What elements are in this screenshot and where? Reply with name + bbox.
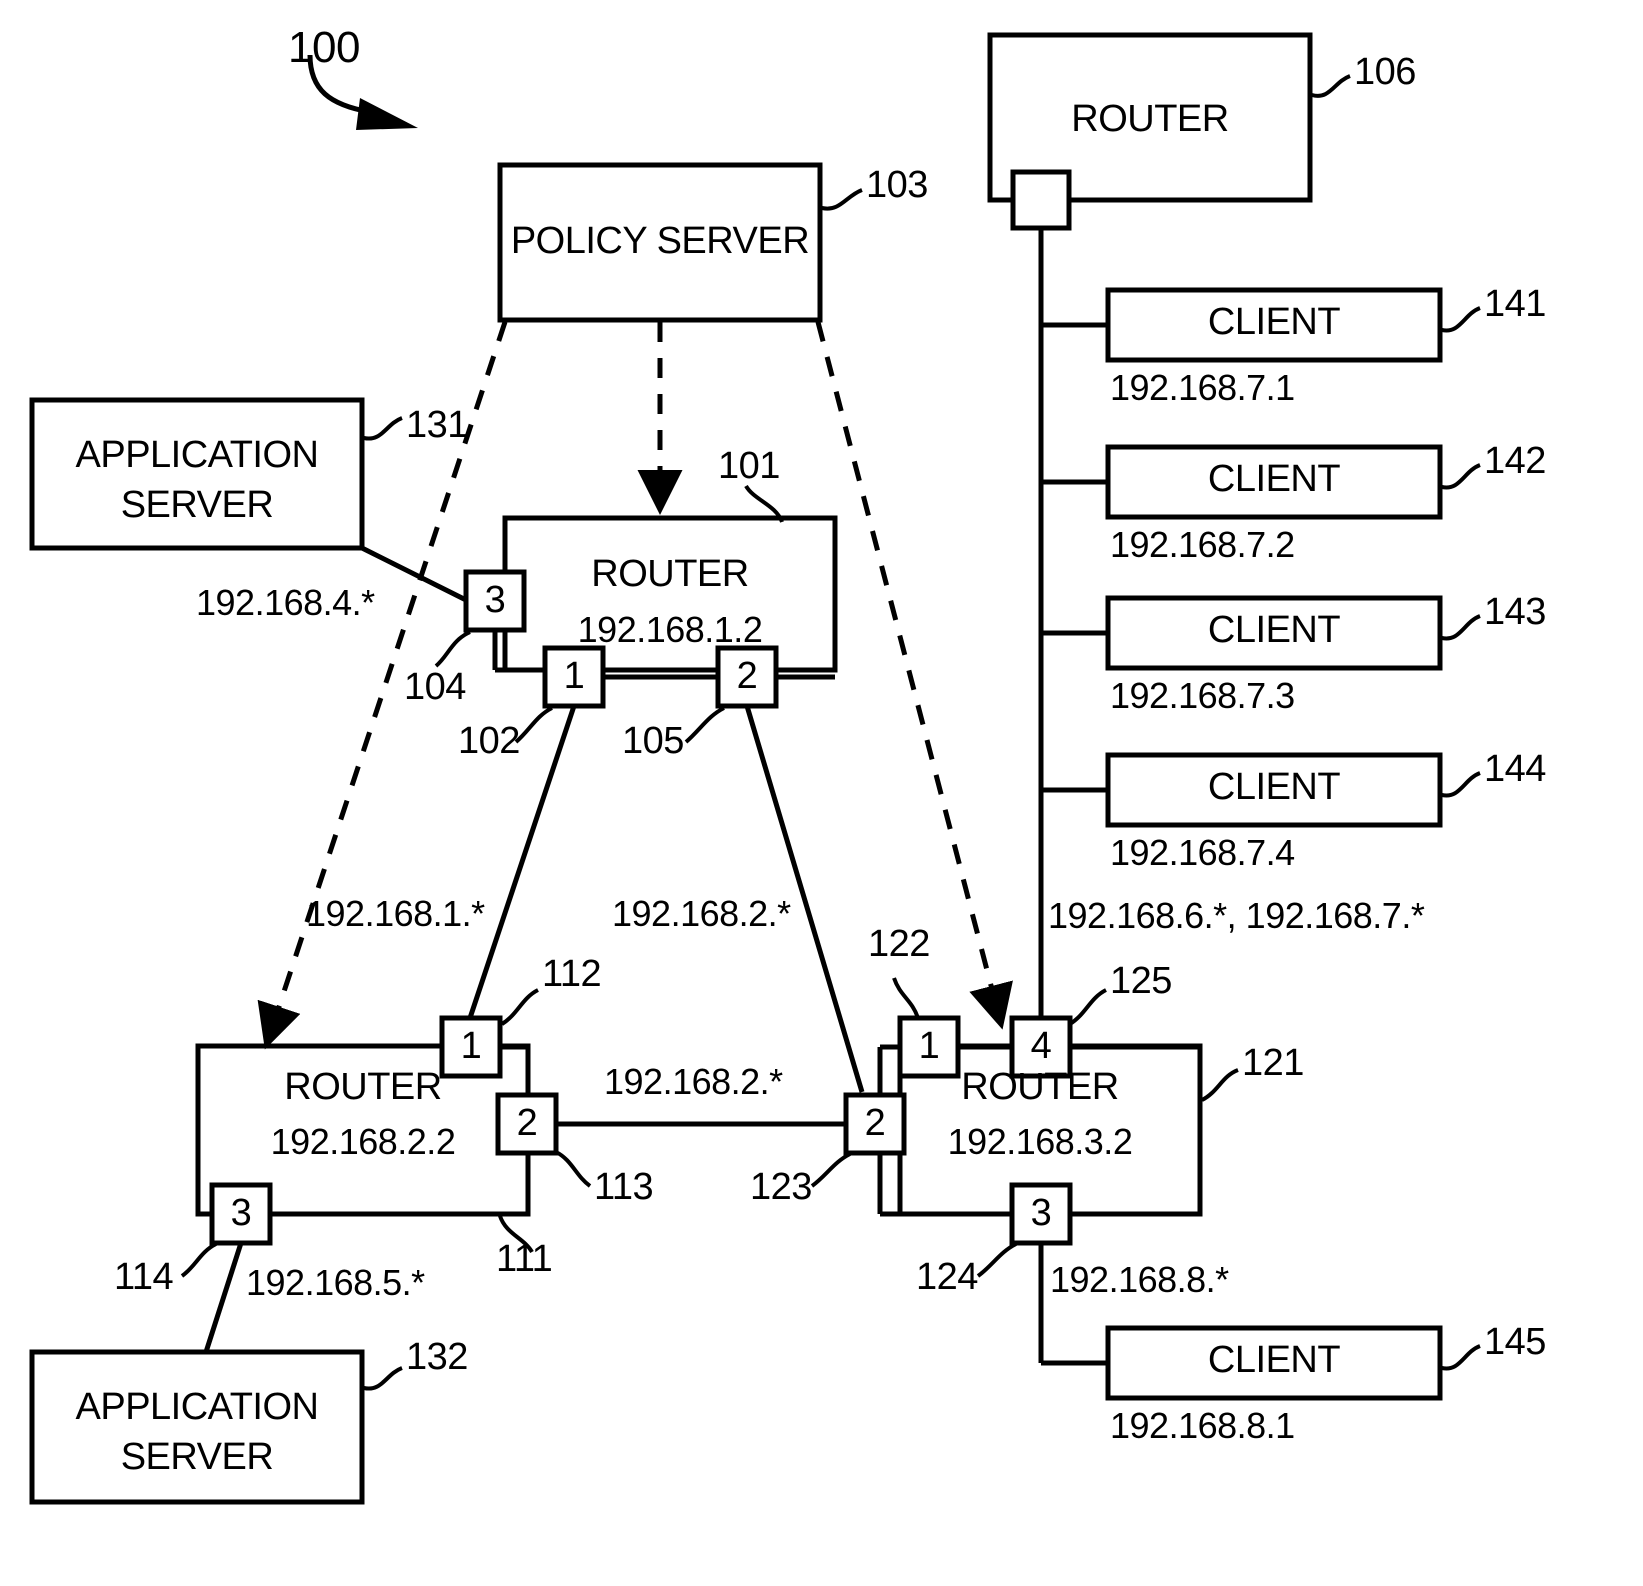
leader-112	[500, 988, 539, 1026]
leader-143	[1441, 614, 1481, 641]
app-server-131-label-line1: APPLICATION	[75, 434, 319, 476]
port-123-ref: 123	[750, 1166, 812, 1208]
port-122-ref: 122	[868, 923, 930, 965]
client-141-label: CLIENT	[1207, 301, 1341, 343]
client-143-ref: 143	[1484, 591, 1546, 633]
leader-103	[821, 188, 863, 211]
diagram-lines	[29, 32, 1481, 1505]
port-box-106	[1010, 169, 1072, 231]
router-121-label: ROUTER	[961, 1066, 1119, 1108]
client-144-address: 192.168.7.4	[1110, 832, 1295, 873]
port-105-number: 2	[736, 655, 758, 697]
router-121-ref: 121	[1242, 1042, 1304, 1084]
client-144-label: CLIENT	[1207, 766, 1341, 808]
port-102-number: 1	[563, 655, 585, 697]
subnet-6-7-label: 192.168.6.*, 192.168.7.*	[1048, 895, 1425, 936]
leader-144	[1441, 771, 1481, 798]
subnet-2-mid-label: 192.168.2.*	[604, 1061, 783, 1102]
leader-141	[1441, 306, 1481, 333]
router-111-ref: 111	[496, 1238, 553, 1280]
subnet-5-label: 192.168.5.*	[246, 1262, 425, 1303]
app-server-132-label-line2: SERVER	[120, 1436, 274, 1478]
router-106-label: ROUTER	[1071, 98, 1229, 140]
policy-link-121	[815, 321, 1013, 1030]
leader-145	[1441, 1344, 1481, 1371]
client-145-label: CLIENT	[1207, 1339, 1341, 1381]
port-112-ref: 112	[542, 953, 602, 995]
app-server-132-ref: 132	[406, 1336, 468, 1378]
app-server-131-label-line2: SERVER	[120, 484, 274, 526]
leader-113	[555, 1150, 592, 1188]
port-114-number: 3	[230, 1192, 252, 1234]
port-102-ref: 102	[458, 720, 520, 762]
app-server-132-label-line1: APPLICATION	[75, 1386, 319, 1428]
figure-ref: 100	[288, 23, 360, 72]
app-server-131-ref: 131	[406, 404, 468, 446]
client-143-label: CLIENT	[1207, 609, 1341, 651]
client-142-ref: 142	[1484, 440, 1546, 482]
client-144-ref: 144	[1484, 748, 1546, 790]
network-diagram: 100 POLICY SERVER 103 ROUTER 106 CLIENT …	[0, 0, 1643, 1586]
port-113-number: 2	[516, 1102, 538, 1144]
port-105-ref: 105	[622, 720, 684, 762]
port-112-number: 1	[460, 1025, 482, 1067]
port-125-number: 4	[1030, 1025, 1052, 1067]
port-125-ref: 125	[1110, 960, 1172, 1002]
leader-104	[434, 630, 471, 668]
client-145-ref: 145	[1484, 1321, 1546, 1363]
subnet-4-label: 192.168.4.*	[196, 582, 375, 623]
leader-124	[976, 1242, 1017, 1278]
leader-106	[1311, 74, 1351, 98]
port-122-number: 1	[918, 1025, 940, 1067]
port-113-ref: 113	[594, 1166, 654, 1208]
port-124-number: 3	[1030, 1192, 1052, 1234]
leader-131	[363, 416, 403, 441]
link-192-168-4	[360, 545, 468, 603]
link-192-168-5	[203, 1242, 244, 1353]
leader-123	[810, 1152, 851, 1188]
router-101-ref: 101	[718, 445, 780, 487]
policy-server-ref: 103	[866, 164, 928, 206]
router-111-address: 192.168.2.2	[270, 1121, 456, 1162]
port-104-ref: 104	[404, 666, 466, 708]
router-111-label: ROUTER	[284, 1066, 442, 1108]
router-101-address: 192.168.1.2	[577, 609, 763, 650]
leader-125	[1068, 988, 1107, 1026]
client-143-address: 192.168.7.3	[1110, 675, 1295, 716]
port-104-number: 3	[484, 579, 506, 621]
client-142-label: CLIENT	[1207, 458, 1341, 500]
leader-105	[684, 706, 725, 744]
leader-122	[892, 977, 920, 1019]
policy-server-label: POLICY SERVER	[510, 220, 810, 262]
router-121-address: 192.168.3.2	[947, 1121, 1133, 1162]
router-101-label: ROUTER	[591, 553, 749, 595]
port-123-number: 2	[864, 1102, 886, 1144]
client-145-address: 192.168.8.1	[1110, 1405, 1295, 1446]
client-141-address: 192.168.7.1	[1110, 367, 1295, 408]
subnet-2-left-label: 192.168.2.*	[612, 893, 791, 934]
subnet-8-label: 192.168.8.*	[1050, 1259, 1229, 1300]
leader-132	[363, 1366, 403, 1391]
port-114-ref: 114	[114, 1256, 174, 1298]
leader-114	[180, 1242, 217, 1278]
leader-121	[1201, 1068, 1239, 1102]
client-142-address: 192.168.7.2	[1110, 524, 1295, 565]
leader-142	[1441, 463, 1481, 490]
router-106-ref: 106	[1354, 51, 1416, 93]
client-141-ref: 141	[1484, 283, 1546, 325]
subnet-1-label: 192.168.1.*	[306, 893, 485, 934]
leader-102	[514, 706, 553, 744]
port-124-ref: 124	[916, 1256, 978, 1298]
